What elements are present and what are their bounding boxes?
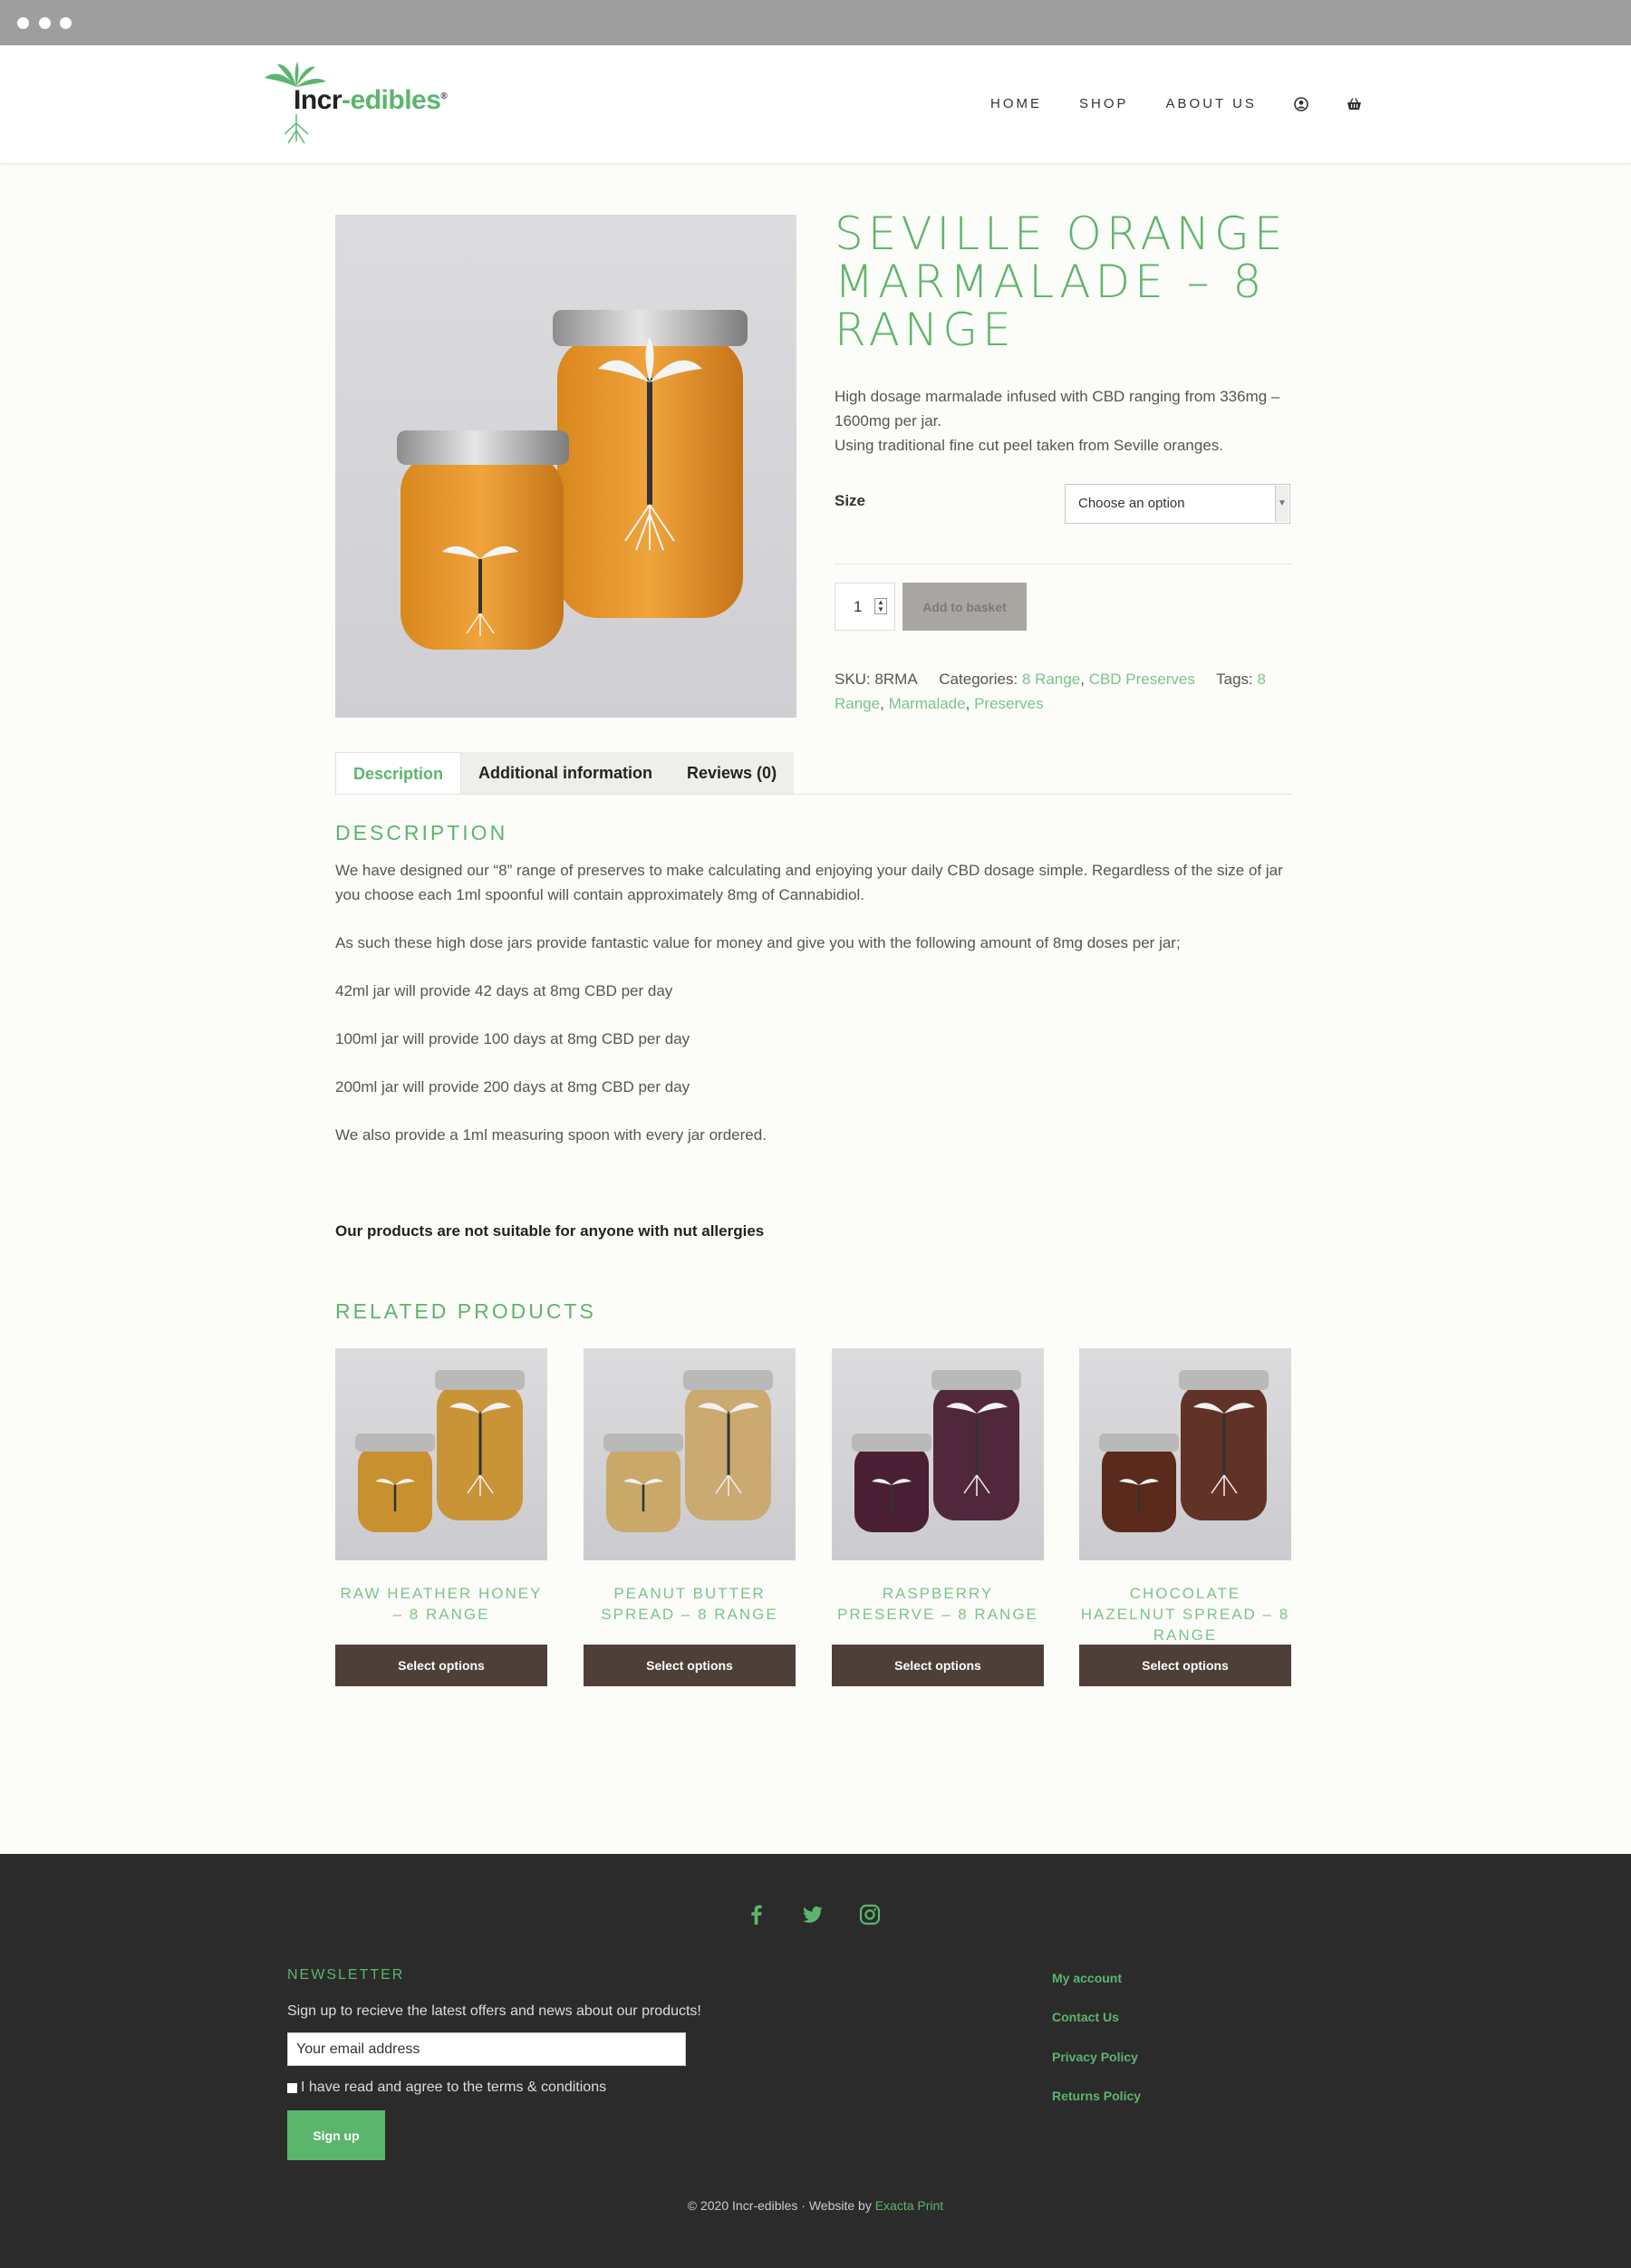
description-paragraph: We have designed our “8” range of preser… xyxy=(335,862,1283,903)
short-description-line: High dosage marmalade infused with CBD r… xyxy=(835,388,1280,429)
raspberry-jars-illustration xyxy=(852,1370,1021,1532)
email-field[interactable]: Your email address xyxy=(287,2032,686,2066)
related-product-card: RAW HEATHER HONEY – 8 RANGE Select optio… xyxy=(335,1348,547,1686)
newsletter-text: Sign up to recieve the latest offers and… xyxy=(287,2003,701,2019)
related-product-title[interactable]: CHOCOLATE HAZELNUT SPREAD – 8 RANGE xyxy=(1079,1583,1291,1644)
chevron-down-icon[interactable]: ▼ xyxy=(1275,486,1288,522)
instagram-icon[interactable] xyxy=(858,1903,882,1926)
product-tabs: Description Additional information Revie… xyxy=(335,752,795,795)
chocolate-hazelnut-jars-illustration xyxy=(1099,1370,1269,1532)
product-meta: SKU: 8RMA Categories: 8 Range, CBD Prese… xyxy=(835,671,1266,712)
related-product-card: RASPBERRY PRESERVE – 8 RANGE Select opti… xyxy=(832,1348,1044,1686)
spinner-arrows-icon[interactable]: ▲ ▼ xyxy=(874,598,887,614)
tags-label: Tags: xyxy=(1216,671,1253,688)
tag-link[interactable]: Marmalade xyxy=(889,695,966,712)
site-logo[interactable]: Incr-edibles® xyxy=(265,60,455,146)
sku-value: 8RMA xyxy=(874,671,918,688)
site-footer: NEWSLETTER Sign up to recieve the latest… xyxy=(0,1854,1631,2268)
related-products-heading: RELATED PRODUCTS xyxy=(335,1299,596,1323)
logo-wordmark: Incr-edibles® xyxy=(294,85,448,116)
related-product-image[interactable] xyxy=(1079,1348,1291,1560)
window-control-dot[interactable] xyxy=(17,17,29,29)
terms-agreement: I have read and agree to the terms & con… xyxy=(287,2080,606,2096)
tab-reviews[interactable]: Reviews (0) xyxy=(670,752,795,795)
allergy-warning: Our products are not suitable for anyone… xyxy=(335,1222,765,1240)
description-heading: DESCRIPTION xyxy=(335,821,508,844)
quantity-value: 1 xyxy=(854,598,863,615)
tab-description[interactable]: Description xyxy=(335,752,462,795)
sku-label: SKU: xyxy=(835,671,871,688)
nav-shop[interactable]: SHOP xyxy=(1079,96,1129,111)
related-product-image[interactable] xyxy=(584,1348,796,1560)
related-product-image[interactable] xyxy=(335,1348,547,1560)
nav-home[interactable]: HOME xyxy=(990,96,1042,111)
select-options-button[interactable]: Select options xyxy=(584,1645,796,1686)
category-link[interactable]: 8 Range xyxy=(1022,671,1080,688)
category-link[interactable]: CBD Preserves xyxy=(1089,671,1195,688)
honey-jars-illustration xyxy=(355,1370,525,1532)
related-product-image[interactable] xyxy=(832,1348,1044,1560)
twitter-icon[interactable] xyxy=(801,1903,825,1926)
size-label: Size xyxy=(835,492,866,509)
marmalade-jars-illustration xyxy=(397,310,748,650)
footer-link-privacy-policy[interactable]: Privacy Policy xyxy=(1052,2050,1138,2064)
copyright: © 2020 Incr-edibles · Website by Exacta … xyxy=(0,2198,1631,2213)
categories-label: Categories: xyxy=(939,671,1018,688)
terms-label: I have read and agree to the terms & con… xyxy=(301,2080,607,2095)
product-title: SEVILLE ORANGE MARMALADE – 8 RANGE xyxy=(835,207,1288,356)
product-image[interactable] xyxy=(335,215,796,718)
tabs-divider xyxy=(335,794,1292,795)
tab-additional-information[interactable]: Additional information xyxy=(461,752,671,795)
related-product-title[interactable]: PEANUT BUTTER SPREAD – 8 RANGE xyxy=(584,1583,796,1628)
tag-link[interactable]: Preserves xyxy=(974,695,1044,712)
add-to-basket-button[interactable]: Add to basket xyxy=(902,583,1027,631)
short-description-line: Using traditional fine cut peel taken fr… xyxy=(835,437,1224,454)
select-options-button[interactable]: Select options xyxy=(335,1645,547,1686)
window-control-dot[interactable] xyxy=(60,17,72,29)
logo-registered-mark: ® xyxy=(440,92,448,101)
related-product-card: PEANUT BUTTER SPREAD – 8 RANGE Select op… xyxy=(584,1348,796,1686)
divider xyxy=(835,564,1292,565)
footer-link-returns-policy[interactable]: Returns Policy xyxy=(1052,2089,1141,2103)
nav-about-us[interactable]: ABOUT US xyxy=(1166,96,1257,111)
footer-link-my-account[interactable]: My account xyxy=(1052,1971,1122,1985)
select-options-button[interactable]: Select options xyxy=(832,1645,1044,1686)
logo-text-part1: Incr xyxy=(294,85,343,115)
window-control-dot[interactable] xyxy=(39,17,51,29)
size-select-value: Choose an option xyxy=(1078,496,1185,511)
terms-checkbox[interactable] xyxy=(287,2082,297,2093)
description-paragraph: 100ml jar will provide 100 days at 8mg C… xyxy=(335,1030,690,1047)
copyright-text: © 2020 Incr-edibles · Website by xyxy=(687,2198,875,2213)
product-short-description: High dosage marmalade infused with CBD r… xyxy=(835,384,1306,458)
window-titlebar xyxy=(0,0,1631,45)
peanut-butter-jars-illustration xyxy=(603,1370,773,1532)
related-product-title[interactable]: RAW HEATHER HONEY – 8 RANGE xyxy=(335,1583,547,1628)
description-paragraph: We also provide a 1ml measuring spoon wi… xyxy=(335,1126,767,1144)
site-header: Incr-edibles® HOME SHOP ABOUT US xyxy=(0,45,1631,164)
related-product-card: CHOCOLATE HAZELNUT SPREAD – 8 RANGE Sele… xyxy=(1079,1348,1291,1686)
facebook-icon[interactable] xyxy=(745,1903,768,1926)
credit-link[interactable]: Exacta Print xyxy=(875,2198,943,2213)
logo-text-part2: -edibles xyxy=(342,85,441,115)
main-nav: HOME SHOP ABOUT US xyxy=(990,96,1399,111)
related-product-title[interactable]: RASPBERRY PRESERVE – 8 RANGE xyxy=(832,1583,1044,1628)
basket-icon[interactable] xyxy=(1346,97,1361,111)
footer-link-contact-us[interactable]: Contact Us xyxy=(1052,2010,1119,2024)
select-options-button[interactable]: Select options xyxy=(1079,1645,1291,1686)
description-paragraph: As such these high dose jars provide fan… xyxy=(335,934,1181,951)
account-icon[interactable] xyxy=(1294,96,1308,111)
size-select[interactable]: Choose an option ▼ xyxy=(1065,484,1290,524)
description-paragraph: 200ml jar will provide 200 days at 8mg C… xyxy=(335,1078,690,1095)
newsletter-title: NEWSLETTER xyxy=(287,1967,405,1983)
signup-button[interactable]: Sign up xyxy=(287,2110,385,2160)
quantity-stepper[interactable]: 1 ▲ ▼ xyxy=(835,583,895,631)
description-paragraph: 42ml jar will provide 42 days at 8mg CBD… xyxy=(335,982,673,999)
